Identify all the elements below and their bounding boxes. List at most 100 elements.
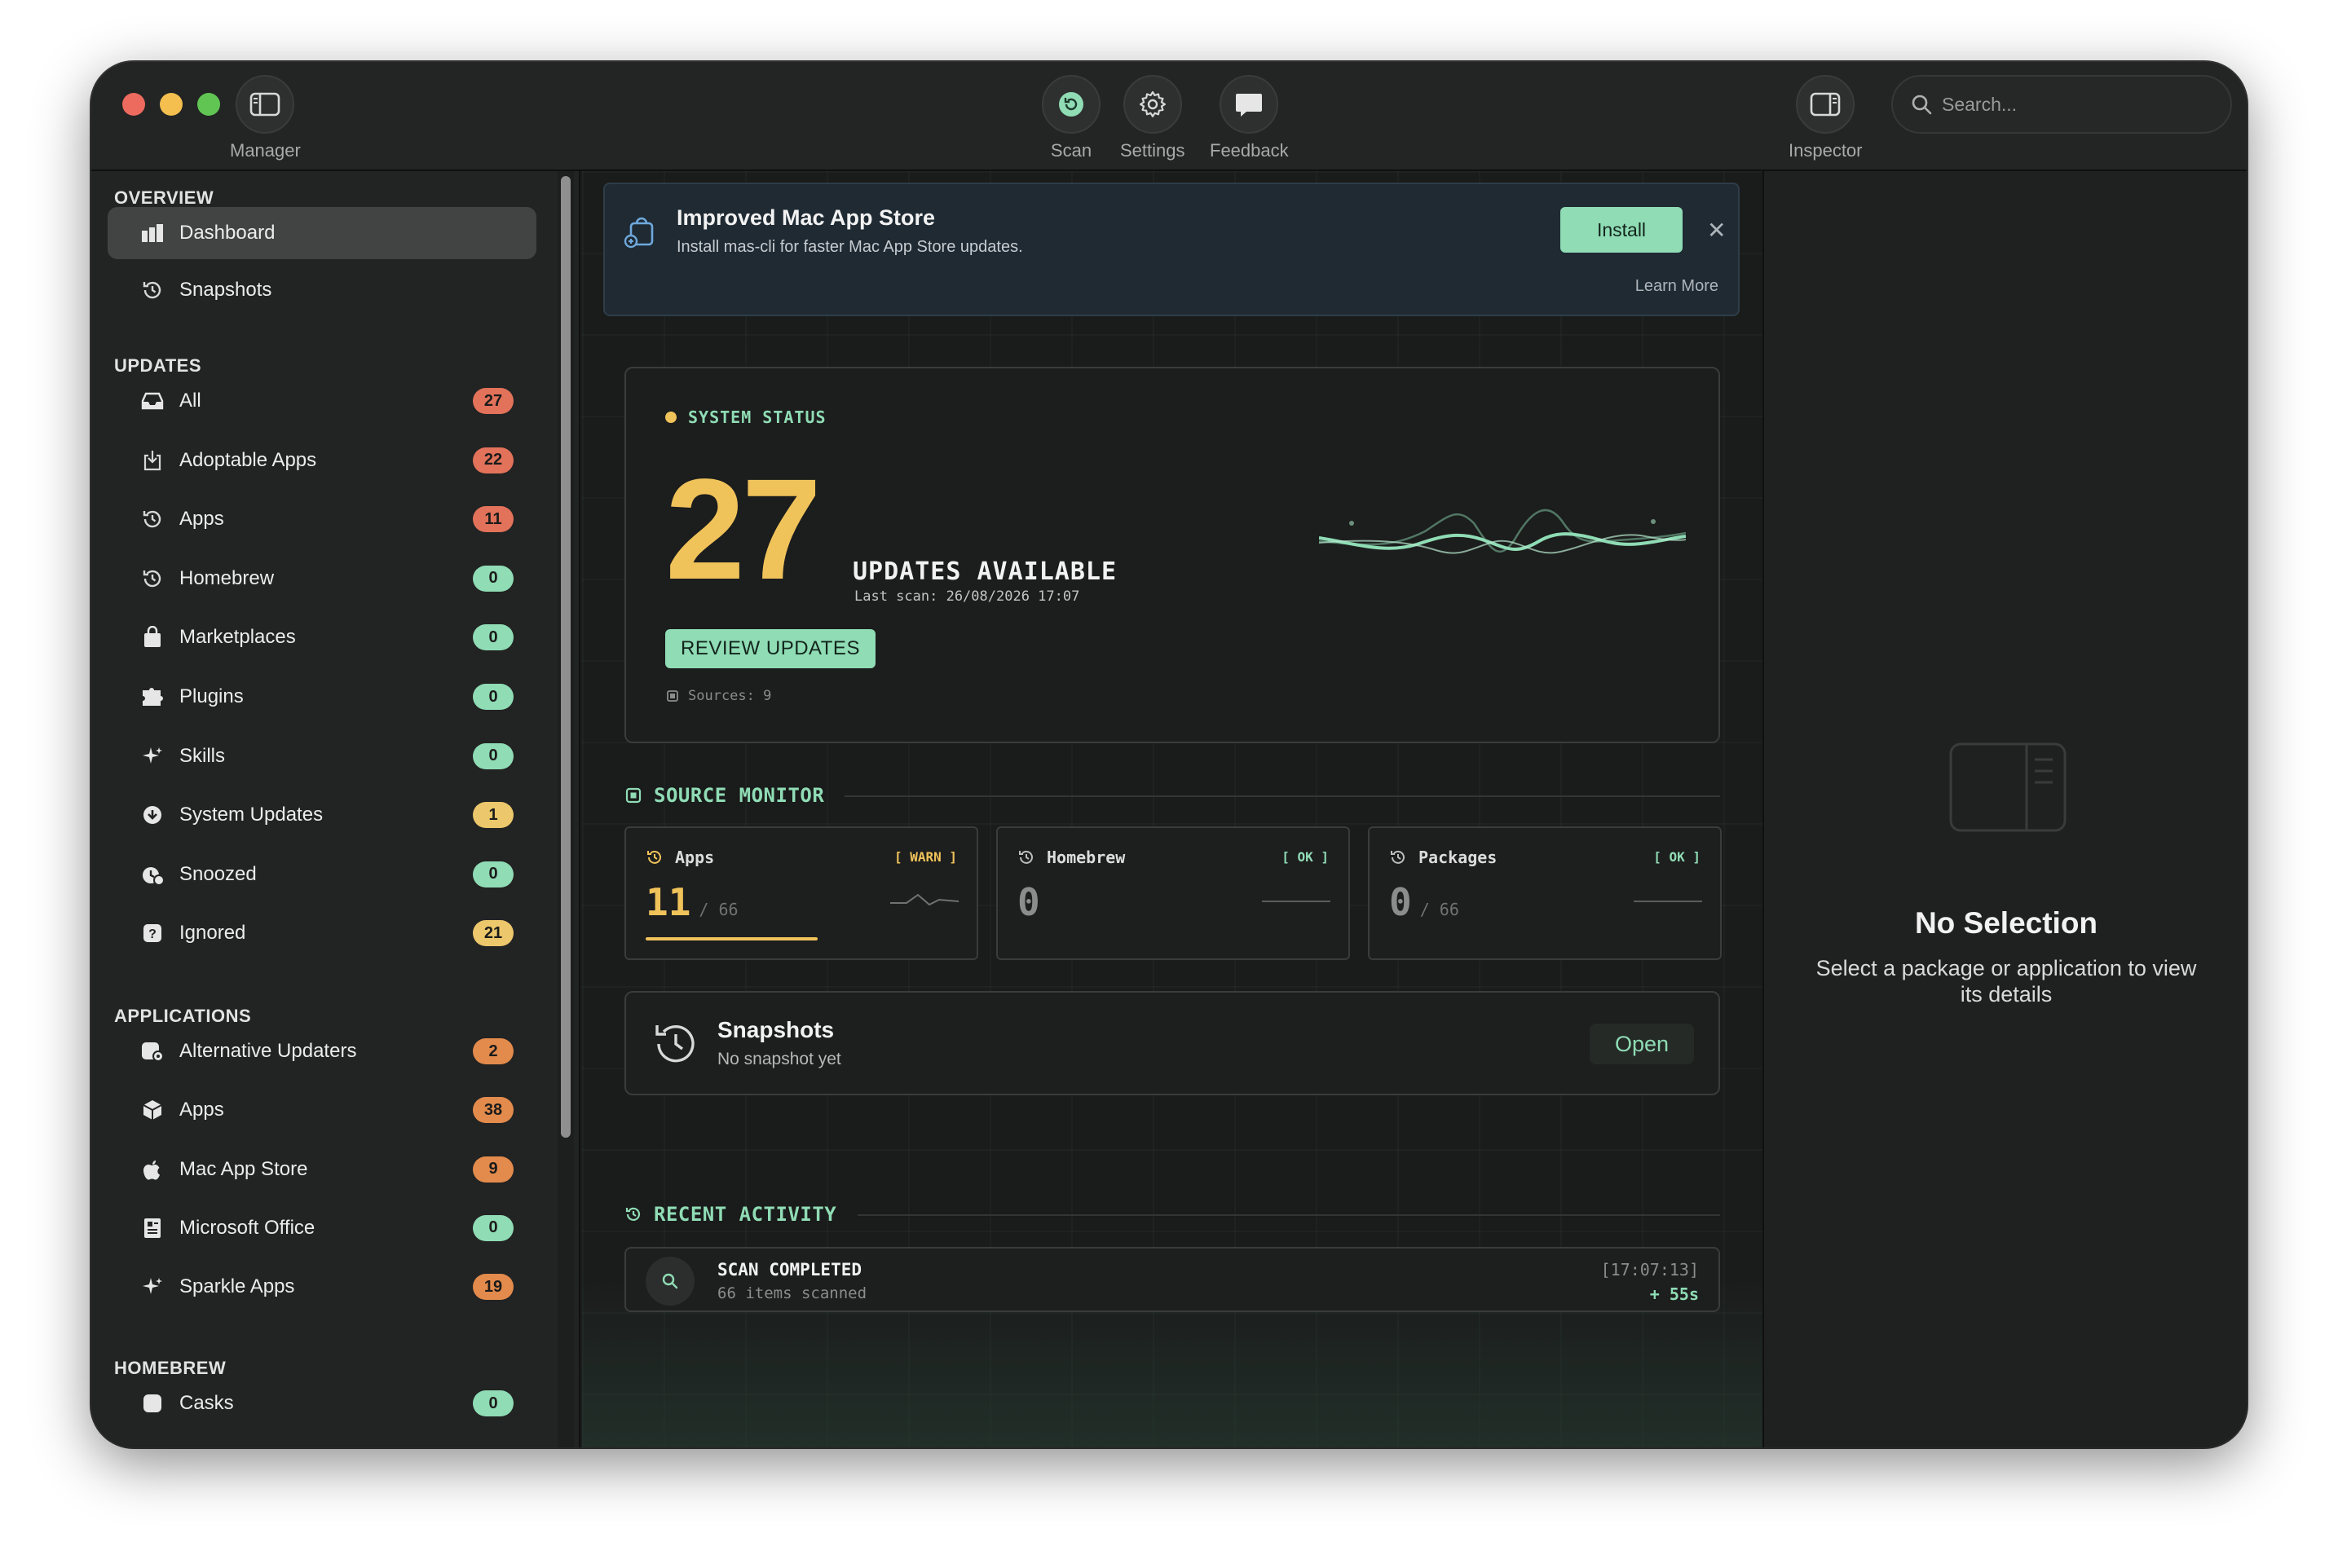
activity-row[interactable]: SCAN COMPLETED 66 items scanned [17:07:1… — [624, 1247, 1720, 1312]
sidebar-item-label: Snapshots — [179, 279, 272, 301]
sidebar-item-microsoft-office[interactable]: Microsoft Office 0 — [108, 1202, 536, 1254]
sidebar-item-plugins[interactable]: Plugins 0 — [108, 671, 536, 723]
monitor-progress-bar — [646, 937, 818, 940]
sidebar-item-system-updates[interactable]: System Updates 1 — [108, 789, 536, 841]
count-badge: 0 — [473, 684, 514, 710]
sidebar-item-label: Casks — [179, 1392, 234, 1414]
sidebar-item-label: All — [179, 390, 201, 412]
cube-icon — [139, 1096, 166, 1124]
sidebar-item-ignored[interactable]: ? Ignored 21 — [108, 907, 536, 959]
sidebar-item-apps[interactable]: Apps 11 — [108, 493, 536, 545]
activity-subtitle: 66 items scanned — [717, 1284, 867, 1302]
count-badge: 0 — [473, 565, 514, 592]
sidebar-item-dashboard[interactable]: Dashboard — [108, 207, 536, 259]
sidebar-item-label: System Updates — [179, 804, 324, 826]
manager-toggle-button[interactable]: Manager — [230, 75, 301, 161]
search-input[interactable] — [1942, 93, 2203, 116]
sidebar-item-casks[interactable]: Casks 0 — [108, 1377, 536, 1429]
monitor-value-number: 11 — [646, 880, 691, 924]
activity-time: [17:07:13] — [1600, 1260, 1699, 1280]
sidebar: OVERVIEW Dashboard Snapshots UPDATES All 27 Ad… — [91, 171, 580, 1447]
review-updates-button[interactable]: REVIEW UPDATES — [665, 629, 876, 668]
sources-count: Sources: 9 — [665, 688, 771, 704]
sidebar-item-label: Apps — [179, 508, 224, 531]
sidebar-item-adoptable-apps[interactable]: Adoptable Apps 22 — [108, 434, 536, 487]
learn-more-link[interactable]: Learn More — [1635, 277, 1718, 296]
question-square-icon: ? — [139, 919, 166, 947]
open-snapshots-button[interactable]: Open — [1590, 1024, 1694, 1064]
activity-duration: + 55s — [1649, 1284, 1699, 1304]
monitor-card-apps[interactable]: Apps [ WARN ] 11 / 66 — [624, 826, 978, 960]
search-icon — [662, 1273, 678, 1289]
speech-bubble-icon — [1236, 94, 1263, 117]
sidebar-item-marketplaces[interactable]: Marketplaces 0 — [108, 611, 536, 663]
install-button[interactable]: Install — [1560, 207, 1683, 253]
snapshots-subtitle: No snapshot yet — [717, 1050, 841, 1068]
sidebar-item-label: Snoozed — [179, 862, 257, 885]
scan-button[interactable]: Scan — [1042, 75, 1101, 161]
monitor-name-text: Apps — [675, 848, 715, 867]
status-dot-icon — [665, 412, 677, 423]
sidebar-item-label: Plugins — [179, 685, 244, 707]
recent-activity-header: RECENT ACTIVITY — [624, 1203, 836, 1226]
monitor-card-homebrew[interactable]: Homebrew [ OK ] 0 — [996, 826, 1350, 960]
section-divider — [858, 1214, 1720, 1216]
updates-available-label: UPDATES AVAILABLE — [853, 557, 1118, 586]
sidebar-item-mac-app-store[interactable]: Mac App Store 9 — [108, 1143, 536, 1196]
monitor-name-text: Packages — [1418, 848, 1498, 867]
sidebar-item-formulae[interactable]: Formulae0 — [108, 1436, 536, 1447]
zoom-window-button[interactable] — [197, 93, 220, 116]
banner-description: Install mas-cli for faster Mac App Store… — [677, 238, 1023, 256]
feedback-button[interactable]: Feedback — [1210, 75, 1289, 161]
monitor-value: 11 / 66 — [646, 880, 739, 924]
office-doc-icon — [139, 1214, 166, 1242]
sparkle-icon — [139, 1273, 166, 1301]
count-badge: 0 — [473, 624, 514, 651]
count-badge: 27 — [473, 388, 514, 414]
inspector-panel: No Selection Select a package or applica… — [1762, 171, 2247, 1447]
inspector-toggle-button[interactable]: Inspector — [1789, 75, 1863, 161]
monitor-value-number: 0 — [1389, 880, 1412, 924]
sidebar-item-apps[interactable]: Apps 38 — [108, 1084, 536, 1136]
close-window-button[interactable] — [122, 93, 145, 116]
close-icon[interactable]: ✕ — [1707, 217, 1726, 244]
monitor-value: 0 — [1017, 880, 1048, 924]
sidebar-item-all[interactable]: All 27 — [108, 375, 536, 427]
snapshots-title: Snapshots — [717, 1017, 835, 1042]
count-badge: 1 — [473, 802, 514, 829]
app-gear-icon — [139, 1037, 166, 1065]
sidebar-item-label: Marketplaces — [179, 626, 296, 649]
sidebar-item-alternative-updaters[interactable]: Alternative Updaters 2 — [108, 1025, 536, 1077]
sidebar-section-applications: APPLICATIONS — [114, 1006, 252, 1026]
sidebar-item-label: Homebrew — [179, 566, 275, 589]
sidebar-item-snapshots[interactable]: Snapshots — [108, 264, 536, 316]
count-badge: 0 — [473, 1390, 514, 1416]
clock-history-icon — [625, 1207, 641, 1221]
minimize-window-button[interactable] — [160, 93, 183, 116]
sidebar-scroll-thumb[interactable] — [561, 176, 571, 1138]
sidebar-item-label: Microsoft Office — [179, 1216, 315, 1239]
feedback-label: Feedback — [1210, 140, 1289, 161]
sidebar-item-label: Ignored — [179, 922, 246, 945]
settings-button[interactable]: Settings — [1120, 75, 1185, 161]
window-controls — [122, 93, 220, 116]
source-monitor-header: SOURCE MONITOR — [624, 784, 824, 807]
sidebar-item-homebrew[interactable]: Homebrew 0 — [108, 553, 536, 605]
svg-text:?: ? — [148, 927, 157, 941]
snooze-icon — [139, 861, 166, 888]
inspector-label: Inspector — [1789, 140, 1863, 161]
cask-icon — [139, 1390, 166, 1417]
sparkle-icon — [139, 742, 166, 770]
tray-icon — [139, 387, 166, 415]
sidebar-item-label: Mac App Store — [179, 1157, 308, 1180]
monitor-card-packages[interactable]: Packages [ OK ] 0 / 66 — [1368, 826, 1722, 960]
sidebar-item-skills[interactable]: Skills 0 — [108, 730, 536, 782]
monitor-value: 0 / 66 — [1389, 880, 1459, 924]
last-scan-text: Last scan: 26/08/2026 17:07 — [854, 588, 1080, 605]
search-field[interactable] — [1891, 75, 2232, 134]
sidebar-item-sparkle-apps[interactable]: Sparkle Apps 19 — [108, 1261, 536, 1313]
search-icon — [1912, 95, 1932, 115]
sidebar-item-snoozed[interactable]: Snoozed 0 — [108, 848, 536, 901]
count-badge: 0 — [473, 1214, 514, 1241]
sidebar-item-label: Alternative Updaters — [179, 1040, 357, 1062]
